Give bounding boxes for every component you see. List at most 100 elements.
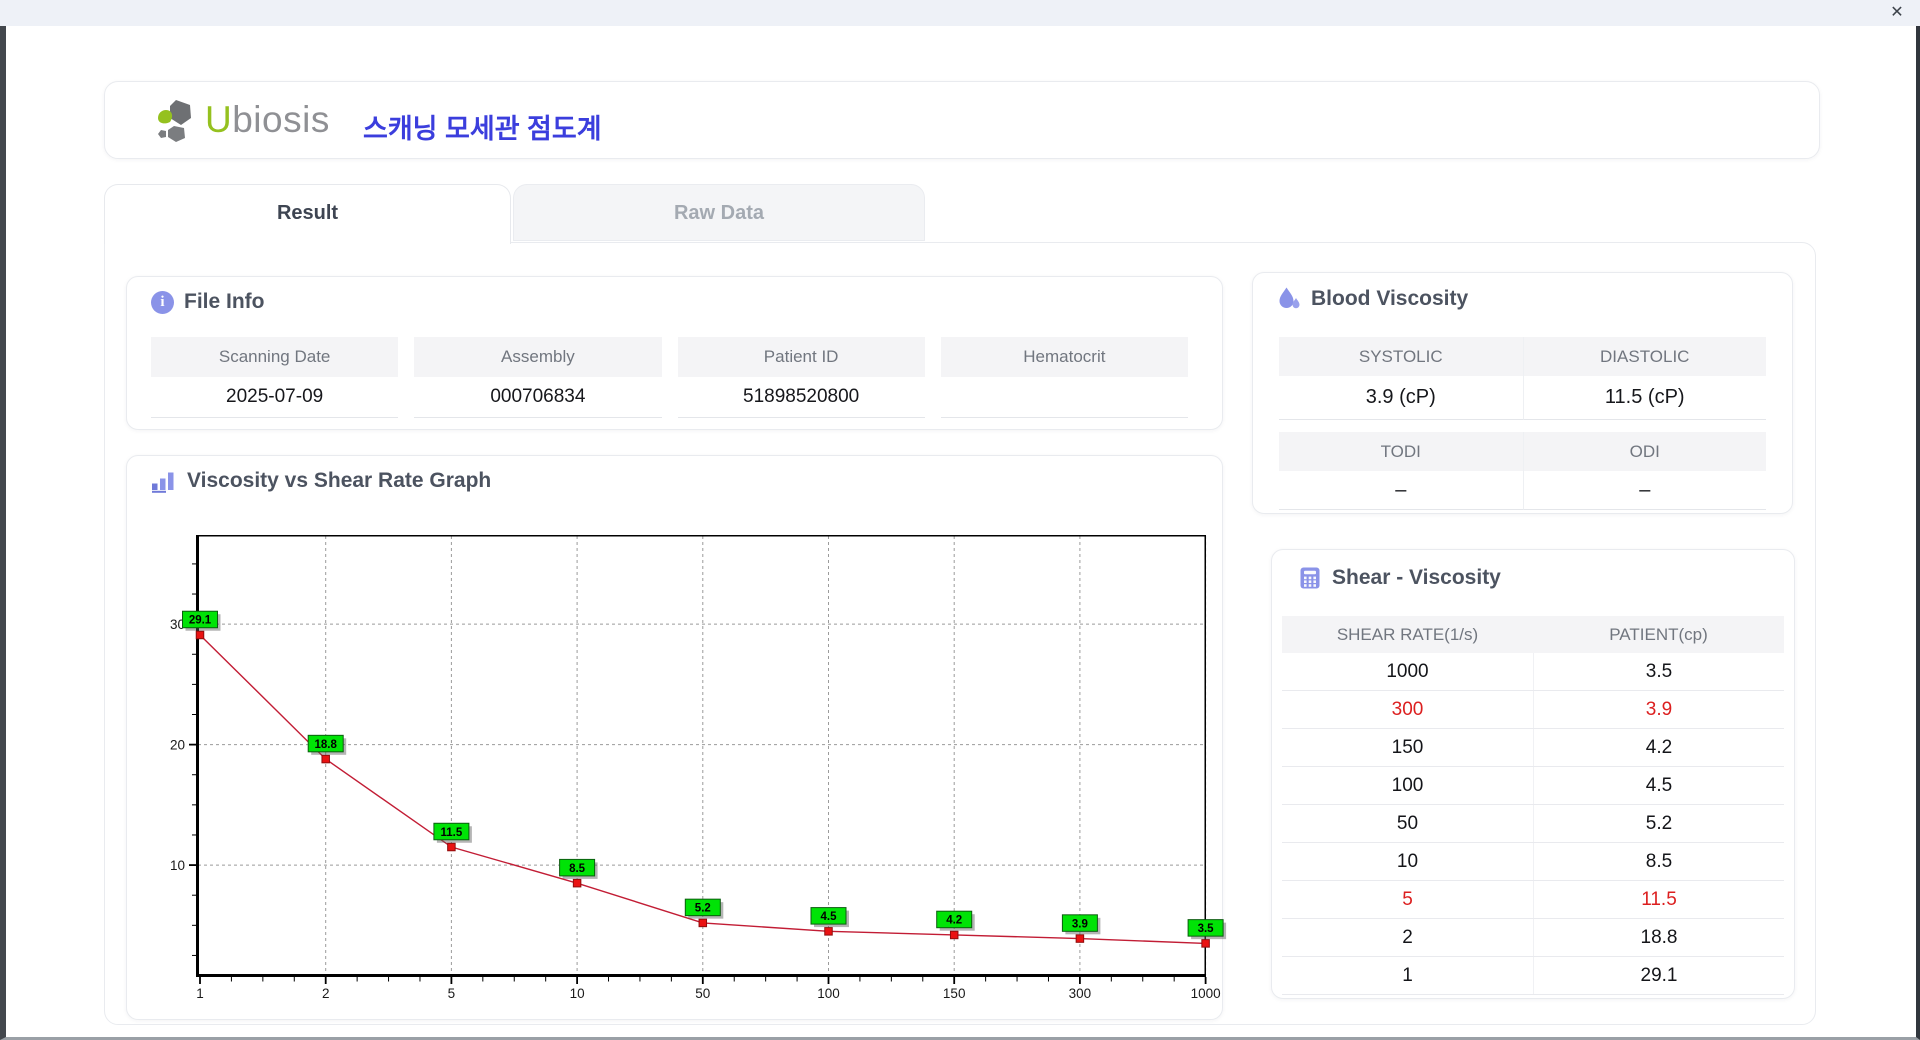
field-value xyxy=(940,377,1188,418)
y-tick-label: 10 xyxy=(170,858,185,873)
metric-value-todi: – xyxy=(1279,471,1523,510)
x-tick-label: 50 xyxy=(695,986,710,1001)
x-tick-label: 300 xyxy=(1069,986,1092,1001)
x-tick-label: 5 xyxy=(448,986,456,1001)
value-label-text: 11.5 xyxy=(441,827,463,839)
metric-value-systolic: 3.9 (cP) xyxy=(1279,376,1523,420)
metric-label-diastolic: DIASTOLIC xyxy=(1522,337,1766,376)
data-point-marker xyxy=(824,927,833,936)
shear-table-row: 1 29.1 xyxy=(1282,957,1784,995)
calculator-icon xyxy=(1300,567,1320,589)
shear-rate-cell: 10 xyxy=(1396,850,1419,872)
field-value: 000706834 xyxy=(414,377,662,418)
value-label-text: 4.2 xyxy=(946,915,962,927)
shear-rate-cell: 2 xyxy=(1402,926,1413,948)
data-point-marker xyxy=(321,754,330,764)
patient-viscosity-cell: 3.9 xyxy=(1533,691,1784,728)
data-point-marker xyxy=(1075,934,1085,943)
shear-rate-cell: 50 xyxy=(1396,812,1419,834)
shear-rate-cell: 1000 xyxy=(1386,660,1429,682)
file-info-card: i File Info Scanning Date 2025-07-09 Assem… xyxy=(126,276,1223,430)
field-label: Assembly xyxy=(414,337,662,377)
brand-logo: Ubiosis xyxy=(153,97,330,143)
app-window: { "titlebar": { "close_icon": "✕" }, "he… xyxy=(0,0,1920,1040)
field-value: 2025-07-09 xyxy=(151,377,399,418)
data-point-marker xyxy=(572,878,582,888)
shear-viscosity-table: SHEAR RATE(1/s) PATIENT(cp) 1000 3.5 300 3.… xyxy=(1282,616,1784,995)
blood-viscosity-title: Blood Viscosity xyxy=(1311,287,1469,310)
shear-table-row: 1000 3.5 xyxy=(1282,653,1784,691)
patient-viscosity-cell: 4.5 xyxy=(1533,767,1784,804)
window-titlebar: ✕ xyxy=(0,0,1920,26)
viscosity-chart-plot: 1 2 5 10 50 100 150 300 1000 10 20 30 29.1 18.8 11.5 8.… xyxy=(170,535,1227,1001)
chart-canvas: 1 2 5 10 50 100 150 300 1000102030 29.118.811.58.… xyxy=(170,535,1227,1001)
patient-viscosity-cell: 3.5 xyxy=(1533,653,1784,690)
value-label-text: 8.5 xyxy=(569,863,586,875)
blood-viscosity-table: SYSTOLIC DIASTOLIC 3.9 (cP) 11.5 (cP) TODI OD… xyxy=(1279,337,1766,522)
shear-rate-cell: 150 xyxy=(1391,736,1424,758)
metric-label-todi: TODI xyxy=(1279,432,1523,471)
data-point-marker xyxy=(949,930,959,940)
shear-viscosity-title: Shear - Viscosity xyxy=(1332,566,1501,589)
file-info-field-patient-id: Patient ID 51898520800 xyxy=(677,337,925,418)
viscosity-graph-card: Viscosity vs Shear Rate Graph 1 2 5 10 50 100… xyxy=(126,455,1227,1020)
patient-viscosity-cell: 8.5 xyxy=(1533,843,1784,880)
patient-viscosity-cell: 4.2 xyxy=(1533,729,1784,766)
blood-viscosity-card: Blood Viscosity SYSTOLIC DIASTOLIC 3.9 (cP… xyxy=(1252,272,1793,514)
ubiosis-logo-icon xyxy=(158,100,191,142)
metric-label-odi: ODI xyxy=(1522,432,1766,471)
value-label-text: 4.5 xyxy=(821,911,838,923)
file-info-field-scanning-date: Scanning Date 2025-07-09 xyxy=(151,337,399,418)
field-label: Scanning Date xyxy=(151,337,399,377)
metric-value-odi: – xyxy=(1522,471,1766,510)
patient-viscosity-cell: 29.1 xyxy=(1533,957,1784,994)
x-tick-label: 150 xyxy=(943,986,966,1001)
field-label: Patient ID xyxy=(677,337,925,377)
shear-table-row: 10 8.5 xyxy=(1282,843,1784,881)
app-header-card: Ubiosis 스캐닝 모세관 점도계 xyxy=(104,81,1820,159)
shear-viscosity-header: Shear - Viscosity xyxy=(1298,566,1501,590)
shear-table-row: 50 5.2 xyxy=(1282,805,1784,843)
window-close-button[interactable]: ✕ xyxy=(1886,3,1908,23)
x-tick-label: 2 xyxy=(322,986,330,1001)
patient-viscosity-cell: 11.5 xyxy=(1533,881,1784,918)
x-tick-label: 1000 xyxy=(1191,986,1221,1001)
x-tick-label: 1 xyxy=(196,986,204,1001)
file-info-field-assembly: Assembly 000706834 xyxy=(414,337,662,418)
value-label-text: 3.5 xyxy=(1198,923,1215,935)
value-label-text: 18.8 xyxy=(315,739,338,751)
data-point-marker xyxy=(698,918,708,928)
brand-word-rest: biosis xyxy=(232,99,330,140)
file-info-fields: Scanning Date 2025-07-09 Assembly 000706834… xyxy=(151,337,1188,418)
data-point-marker xyxy=(447,842,456,852)
shear-table-row: 100 4.5 xyxy=(1282,767,1784,805)
file-info-title: File Info xyxy=(184,290,265,313)
patient-column-header: PATIENT(cp) xyxy=(1609,624,1708,644)
x-tick-label: 100 xyxy=(817,986,840,1001)
field-label: Hematocrit xyxy=(940,337,1188,377)
brand-wordmark: Ubiosis xyxy=(205,97,330,143)
shear-table-row: 2 18.8 xyxy=(1282,919,1784,957)
bar-chart-icon xyxy=(152,472,174,493)
field-value: 51898520800 xyxy=(677,377,925,418)
value-label-text: 3.9 xyxy=(1072,918,1088,930)
patient-viscosity-cell: 18.8 xyxy=(1533,919,1784,956)
tab-result[interactable]: Result xyxy=(104,184,511,244)
metric-value-diastolic: 11.5 (cP) xyxy=(1522,376,1766,420)
tab-raw-data[interactable]: Raw Data xyxy=(513,184,925,241)
shear-table-row: 150 4.2 xyxy=(1282,729,1784,767)
shear-viscosity-card: Shear - Viscosity SHEAR RATE(1/s) PATIEN… xyxy=(1271,549,1795,999)
blood-viscosity-group-1: SYSTOLIC DIASTOLIC 3.9 (cP) 11.5 (cP) xyxy=(1279,337,1766,420)
shear-rate-cell: 100 xyxy=(1391,774,1424,796)
brand-letter-u: U xyxy=(205,99,233,140)
y-tick-label: 20 xyxy=(170,738,185,753)
shear-table-body: 1000 3.5 300 3.9 150 4.2 100 4.5 50 5.2 10 8.5 5 11.5… xyxy=(1282,653,1784,995)
data-point-marker xyxy=(195,630,205,640)
blood-viscosity-header: Blood Viscosity xyxy=(1277,286,1468,312)
shear-rate-cell: 1 xyxy=(1402,964,1413,986)
info-icon: i xyxy=(151,290,174,314)
shear-rate-cell: 300 xyxy=(1391,698,1424,720)
app-title: 스캐닝 모세관 점도계 xyxy=(363,114,602,144)
shear-table-row: 5 11.5 xyxy=(1282,881,1784,919)
file-info-field-hematocrit: Hematocrit xyxy=(940,337,1188,418)
